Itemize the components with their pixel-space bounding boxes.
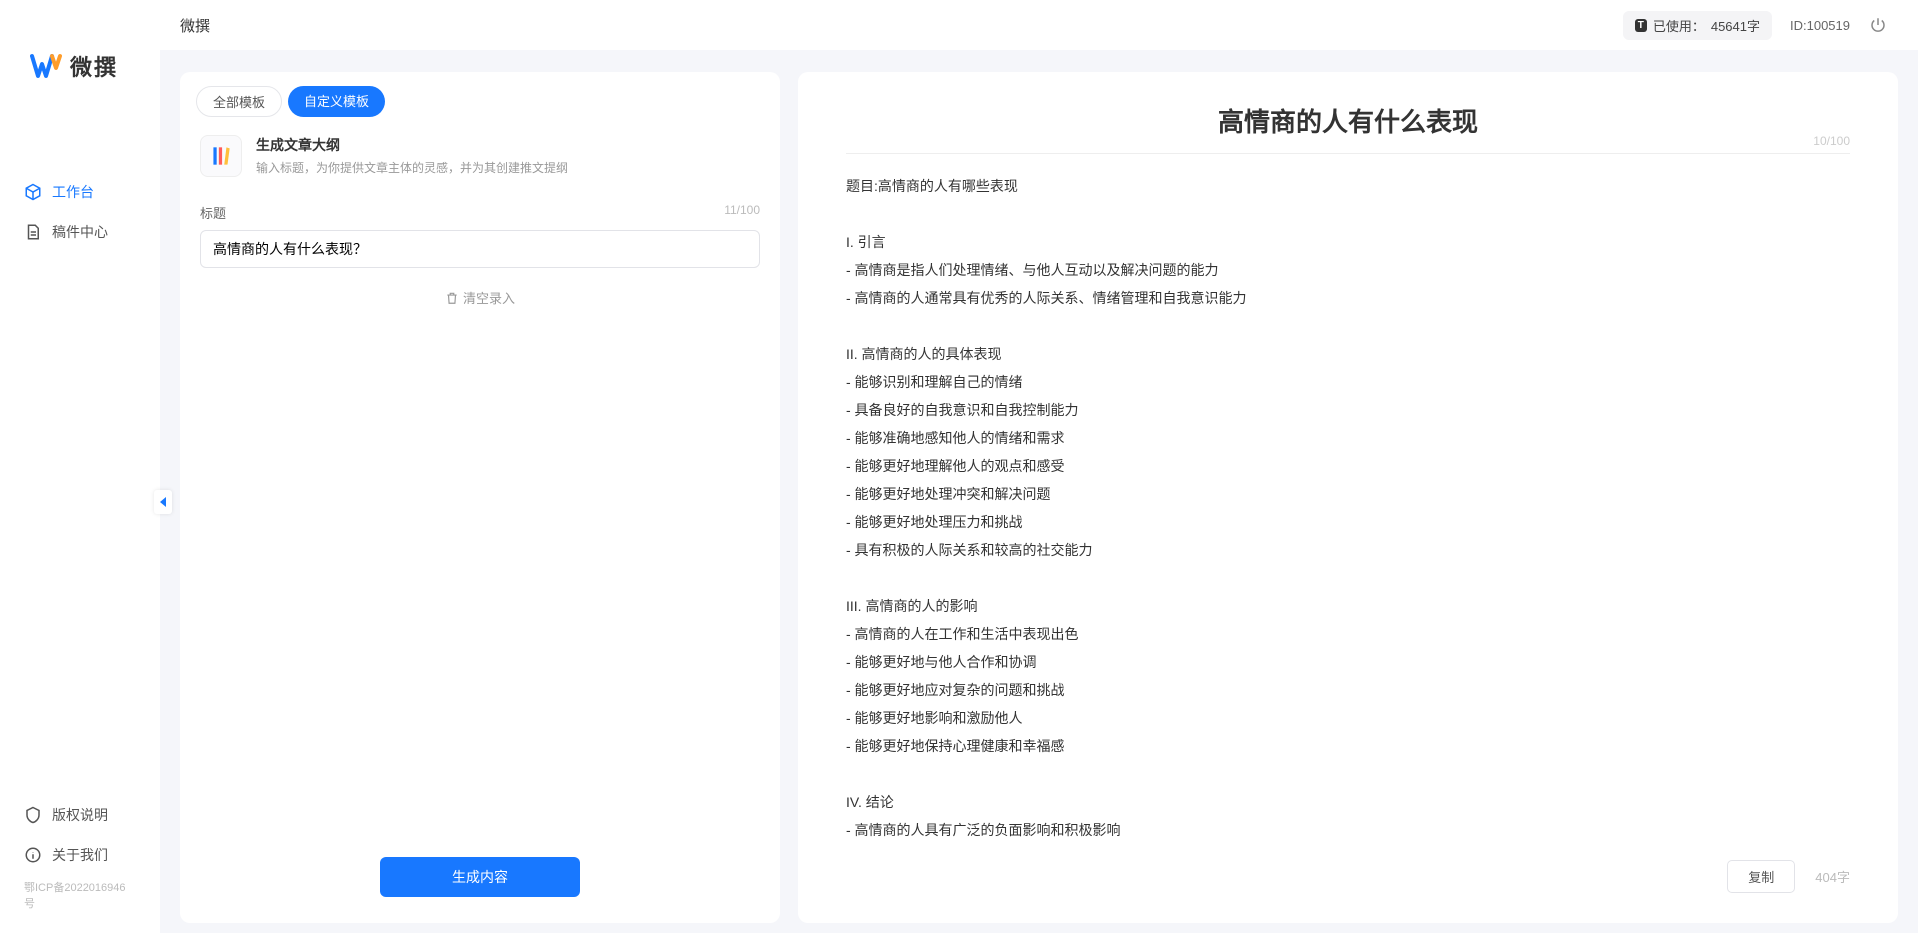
sidebar-item-about[interactable]: 关于我们 (0, 835, 160, 875)
icp-text: 鄂ICP备2022016946号 (0, 875, 160, 923)
app-title: 微撰 (180, 15, 210, 36)
generate-button[interactable]: 生成内容 (380, 857, 580, 897)
text-badge-icon: T (1635, 19, 1647, 32)
sidebar-item-label: 版权说明 (52, 805, 108, 825)
user-id: ID:100519 (1790, 18, 1850, 33)
power-icon (1869, 16, 1887, 34)
tab-custom-templates[interactable]: 自定义模板 (288, 86, 385, 117)
template-description: 输入标题，为你提供文章主体的灵感，并为其创建推文提纲 (256, 159, 568, 176)
power-button[interactable] (1868, 15, 1888, 35)
usage-badge[interactable]: T 已使用： 45641字 (1623, 11, 1772, 40)
sidebar-item-label: 关于我们 (52, 845, 108, 865)
clear-label: 清空录入 (463, 288, 515, 307)
document-icon (24, 223, 42, 241)
chevron-left-icon (158, 496, 168, 508)
template-thumb-icon (200, 135, 242, 177)
output-body[interactable]: 题目:高情商的人有哪些表现 I. 引言 - 高情商是指人们处理情绪、与他人互动以… (846, 172, 1850, 842)
trash-icon (445, 291, 459, 305)
title-label: 标题 (200, 203, 226, 222)
shield-icon (24, 806, 42, 824)
usage-prefix: 已使用： (1653, 16, 1705, 35)
input-panel: 全部模板 自定义模板 生成文章大纲 输入标题，为你提供文章主体的灵感，并为其创建… (180, 72, 780, 923)
info-icon (24, 846, 42, 864)
sidebar-item-workbench[interactable]: 工作台 (0, 172, 160, 212)
template-title: 生成文章大纲 (256, 135, 568, 155)
logo-text: 微撰 (70, 50, 118, 82)
template-card: 生成文章大纲 输入标题，为你提供文章主体的灵感，并为其创建推文提纲 (180, 125, 780, 193)
cube-icon (24, 183, 42, 201)
output-title-count: 10/100 (1813, 134, 1850, 148)
topbar: 微撰 T 已使用： 45641字 ID:100519 (160, 0, 1918, 50)
sidebar-item-drafts[interactable]: 稿件中心 (0, 212, 160, 252)
sidebar-item-label: 工作台 (52, 182, 94, 202)
logo: 微撰 (0, 50, 160, 82)
title-char-count: 11/100 (724, 203, 760, 222)
logo-icon (30, 50, 62, 82)
sidebar-collapse-handle[interactable] (154, 490, 172, 514)
usage-value: 45641字 (1711, 16, 1760, 35)
tab-all-templates[interactable]: 全部模板 (196, 86, 282, 117)
output-panel: 高情商的人有什么表现 10/100 题目:高情商的人有哪些表现 I. 引言 - … (798, 72, 1898, 923)
output-title: 高情商的人有什么表现 (846, 102, 1850, 139)
sidebar-item-label: 稿件中心 (52, 222, 108, 242)
copy-button[interactable]: 复制 (1727, 860, 1795, 893)
sidebar-item-copyright[interactable]: 版权说明 (0, 795, 160, 835)
title-input[interactable] (200, 230, 760, 268)
sidebar: 微撰 工作台 稿件中心 版权说明 (0, 0, 160, 933)
output-word-count: 404字 (1815, 867, 1850, 886)
clear-button[interactable]: 清空录入 (200, 288, 760, 307)
